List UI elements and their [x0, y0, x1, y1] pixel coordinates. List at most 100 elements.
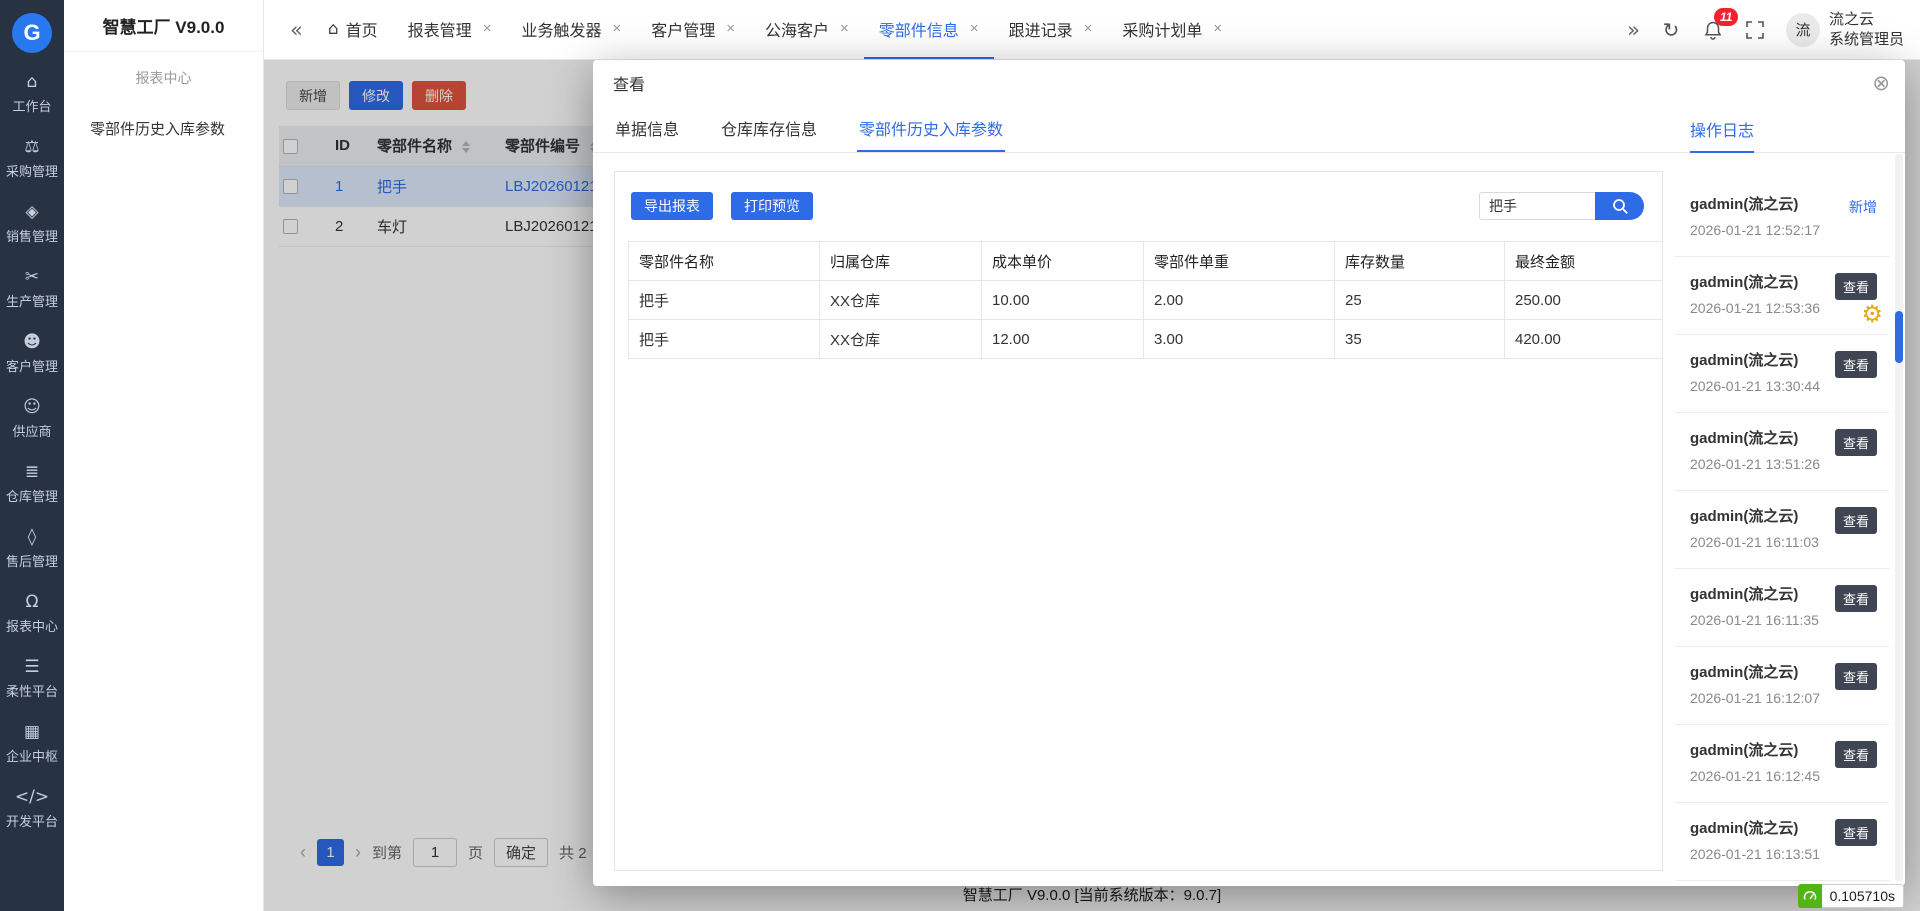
rail-menu-item[interactable]: ☻ 客户管理: [0, 321, 64, 386]
cell-stock-qty: 35: [1335, 320, 1505, 359]
rail-menu-item[interactable]: </> 开发平台: [0, 776, 64, 841]
dialog-title: 查看: [593, 60, 1905, 106]
log-action-badge[interactable]: 查看: [1835, 741, 1877, 768]
operation-log-title: 操作日志: [1690, 117, 1754, 141]
tab-label: 报表管理: [408, 17, 472, 41]
log-action-badge[interactable]: 查看: [1835, 429, 1877, 456]
report-panel: 导出报表 打印预览: [614, 171, 1663, 871]
rail-menu-item[interactable]: ⚖ 采购管理: [0, 126, 64, 191]
production-icon: ✂: [25, 268, 39, 286]
rail-menu-item[interactable]: ☺ 供应商: [0, 386, 64, 451]
history-table-row[interactable]: 把手 XX仓库 10.00 2.00 25 250.00: [629, 281, 1663, 320]
collapse-tabs-icon[interactable]: «: [280, 18, 313, 42]
log-scrollbar[interactable]: [1895, 154, 1903, 882]
log-timestamp: 2026-01-21 13:30:44: [1690, 378, 1889, 394]
tab-close-icon[interactable]: ×: [1084, 21, 1093, 36]
dialog-tab[interactable]: 仓库库存信息: [719, 106, 819, 152]
tab-label: 跟进记录: [1009, 17, 1073, 41]
rail-menu-item[interactable]: Ω 报表中心: [0, 581, 64, 646]
rail-item-label: 生产管理: [6, 291, 58, 310]
user-menu[interactable]: 流之云 系统管理员: [1829, 10, 1904, 49]
app-logo[interactable]: G: [12, 13, 52, 53]
tab[interactable]: 业务触发器 ×: [506, 0, 636, 59]
cell-stock-qty: 25: [1335, 281, 1505, 320]
log-timestamp: 2026-01-21 12:52:17: [1690, 222, 1889, 238]
rail-item-label: 工作台: [12, 96, 51, 115]
log-action-badge[interactable]: 新增: [1849, 197, 1877, 217]
export-report-button[interactable]: 导出报表: [631, 192, 713, 220]
tab-label: 采购计划单: [1122, 17, 1202, 41]
history-table-row[interactable]: 把手 XX仓库 12.00 3.00 35 420.00: [629, 320, 1663, 359]
dev-platform-icon: </>: [15, 788, 49, 806]
tab-close-icon[interactable]: ×: [612, 21, 621, 36]
history-column-header: 最终金额: [1505, 242, 1663, 281]
tab-close-icon[interactable]: ×: [1213, 21, 1222, 36]
rail-menu-item[interactable]: ◊ 售后管理: [0, 516, 64, 581]
search-input[interactable]: [1479, 192, 1595, 220]
dialog-tab[interactable]: 单据信息: [613, 106, 681, 152]
log-action-badge[interactable]: 查看: [1835, 585, 1877, 612]
settings-gear-icon[interactable]: ⚙: [1861, 302, 1883, 326]
tab-close-icon[interactable]: ×: [970, 21, 979, 36]
log-action-badge[interactable]: 查看: [1835, 273, 1877, 300]
log-action-badge[interactable]: 查看: [1835, 507, 1877, 534]
log-entry: gadmin(流之云) 2026-01-21 12:53:36 查看: [1675, 257, 1889, 335]
print-preview-button[interactable]: 打印预览: [731, 192, 813, 220]
rail-menu-item[interactable]: ✂ 生产管理: [0, 256, 64, 321]
tab[interactable]: 跟进记录 ×: [994, 0, 1108, 59]
rail-item-label: 柔性平台: [6, 681, 58, 700]
tab[interactable]: 客户管理 ×: [636, 0, 750, 59]
log-action-badge[interactable]: 查看: [1835, 819, 1877, 846]
expand-tabs-icon[interactable]: »: [1617, 18, 1650, 42]
log-entry: gadmin(流之云) 2026-01-21 16:11:35 查看: [1675, 569, 1889, 647]
tab[interactable]: 采购计划单 ×: [1107, 0, 1237, 59]
tab[interactable]: 公海客户 ×: [750, 0, 864, 59]
aftersales-icon: ◊: [28, 528, 36, 546]
log-entry: gadmin(流之云) 2026-01-21 12:52:17 新增: [1675, 179, 1889, 257]
rail-menu-item[interactable]: ◈ 销售管理: [0, 191, 64, 256]
cell-unit-weight: 2.00: [1144, 281, 1335, 320]
notification-bell-icon[interactable]: 11: [1692, 10, 1734, 50]
warehouse-icon: ≣: [25, 463, 39, 481]
rail-menu-item[interactable]: ☰ 柔性平台: [0, 646, 64, 711]
icon-rail: G ⌂ 工作台 ⚖ 采购管理 ◈ 销售管理 ✂: [0, 0, 64, 911]
operation-log-tab[interactable]: 操作日志: [1690, 106, 1754, 153]
sales-icon: ◈: [25, 203, 38, 221]
cell-part-name: 把手: [629, 320, 820, 359]
load-time-value: 0.105710s: [1822, 884, 1904, 908]
rail-item-label: 报表中心: [6, 616, 58, 635]
flexible-platform-icon: ☰: [24, 658, 39, 676]
tab-close-icon[interactable]: ×: [483, 21, 492, 36]
history-table-body: 把手 XX仓库 10.00 2.00 25 250.00 把手 XX仓库: [629, 281, 1663, 359]
log-entry: gadmin(流之云) 2026-01-21 16:12:07 查看: [1675, 647, 1889, 725]
tab-strip: 报表管理 × 业务触发器 × 客户管理 × 公海客户: [393, 0, 1237, 59]
close-dialog-icon[interactable]: ⊗: [1872, 73, 1890, 94]
tab[interactable]: 零部件信息 ×: [864, 0, 994, 59]
user-avatar[interactable]: 流: [1786, 13, 1820, 47]
sidebar-item-part-history-report[interactable]: 零部件历史入库参数: [64, 108, 263, 149]
log-scrollbar-thumb[interactable]: [1895, 311, 1903, 363]
log-action-badge[interactable]: 查看: [1835, 663, 1877, 690]
tab-close-icon[interactable]: ×: [840, 21, 849, 36]
tab-home[interactable]: ⌂ 首页: [313, 0, 393, 59]
operation-log-panel: gadmin(流之云) 2026-01-21 12:52:17 新增 gadmi…: [1675, 153, 1889, 886]
tab-label: 客户管理: [651, 17, 715, 41]
search-icon: [1611, 197, 1629, 215]
report-toolbar: 导出报表 打印预览: [631, 192, 813, 220]
rail-menu-item[interactable]: ≣ 仓库管理: [0, 451, 64, 516]
fullscreen-icon[interactable]: [1734, 10, 1776, 50]
cell-warehouse: XX仓库: [820, 281, 982, 320]
rail-item-label: 采购管理: [6, 161, 58, 180]
refresh-icon[interactable]: ↻: [1650, 10, 1692, 50]
search-button[interactable]: [1595, 192, 1644, 220]
log-timestamp: 2026-01-21 13:51:26: [1690, 456, 1889, 472]
log-timestamp: 2026-01-21 16:12:07: [1690, 690, 1889, 706]
tab-close-icon[interactable]: ×: [726, 21, 735, 36]
rail-menu-item[interactable]: ⌂ 工作台: [0, 61, 64, 126]
rail-item-label: 开发平台: [6, 811, 58, 830]
tab[interactable]: 报表管理 ×: [393, 0, 507, 59]
log-action-badge[interactable]: 查看: [1835, 351, 1877, 378]
dialog-tab[interactable]: 零部件历史入库参数: [857, 106, 1005, 152]
rail-menu-item[interactable]: ▦ 企业中枢: [0, 711, 64, 776]
main-area: « ⌂ 首页 报表管理 × 业务触发器 ×: [264, 0, 1920, 911]
